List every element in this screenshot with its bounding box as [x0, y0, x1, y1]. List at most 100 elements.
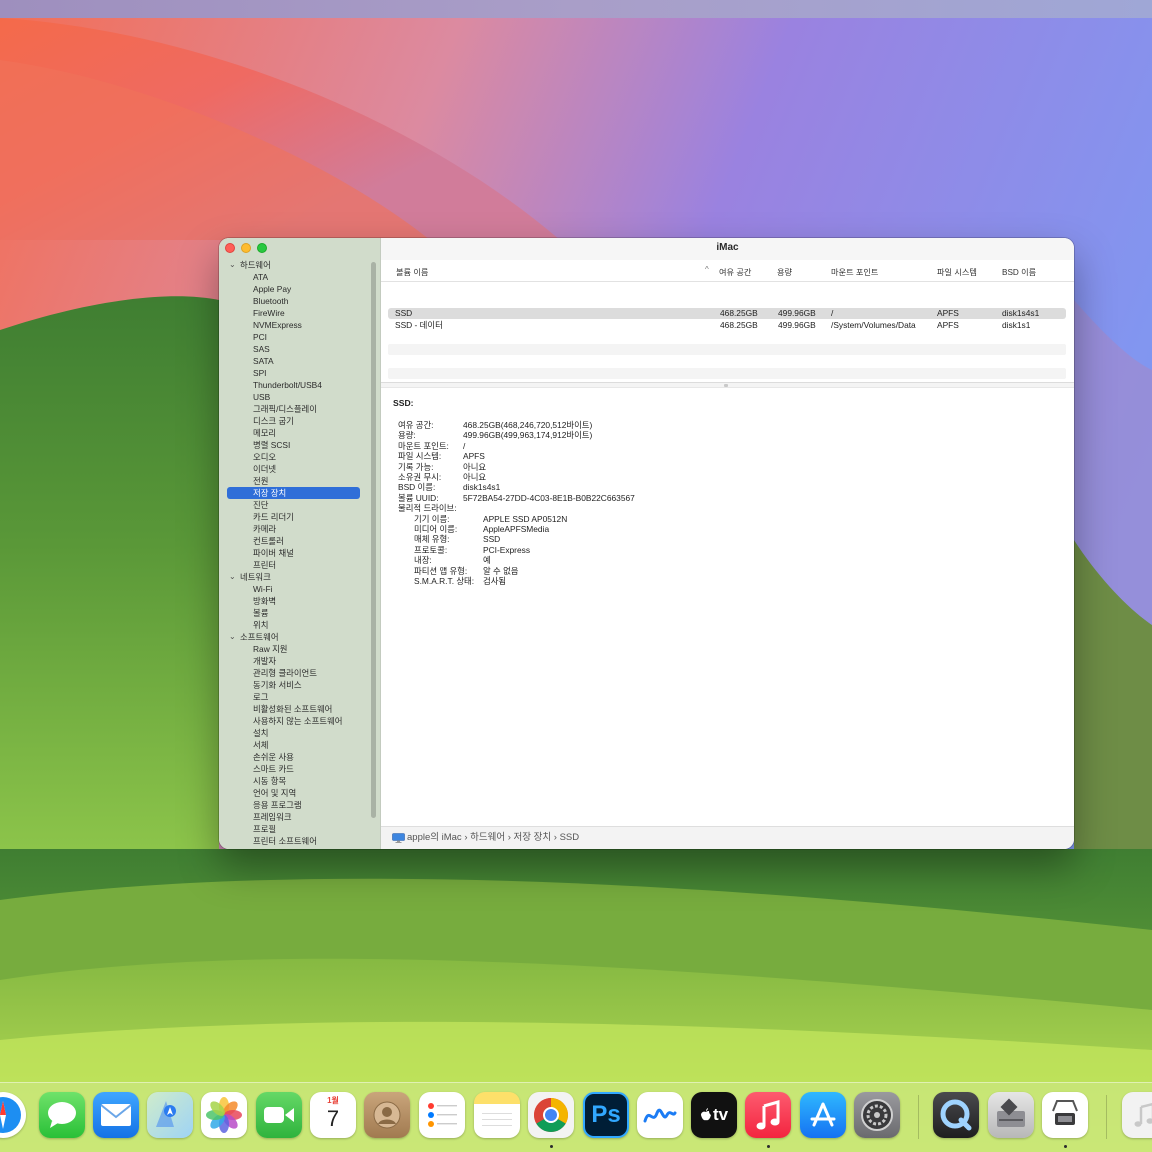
sidebar-item[interactable]: SPI — [219, 367, 369, 379]
sidebar-item-label: 관리형 클라이언트 — [253, 668, 317, 678]
mail-icon[interactable] — [93, 1092, 139, 1138]
sidebar-item[interactable]: 프린터 소프트웨어 — [219, 835, 369, 847]
column-header-mount-point[interactable]: 마운트 포인트 — [831, 266, 878, 278]
calendar-icon[interactable]: 1월 7 — [310, 1092, 356, 1138]
sidebar-item[interactable]: 프린터 — [219, 559, 369, 571]
sidebar-item[interactable]: 오디오 — [219, 451, 369, 463]
sort-ascending-icon[interactable]: ^ — [705, 265, 709, 274]
itunes-icon[interactable] — [1122, 1092, 1152, 1138]
sidebar-section[interactable]: ⌄ 네트워크 — [219, 571, 369, 583]
column-header-file-system[interactable]: 파일 시스템 — [937, 266, 977, 278]
sidebar-item[interactable]: 언어 및 지역 — [219, 787, 369, 799]
minimize-button[interactable] — [241, 243, 251, 253]
zoom-button[interactable] — [257, 243, 267, 253]
close-button[interactable] — [225, 243, 235, 253]
chevron-down-icon[interactable]: ⌄ — [229, 259, 236, 271]
sidebar-item[interactable]: 진단 — [219, 499, 369, 511]
sidebar-item[interactable]: 카메라 — [219, 523, 369, 535]
sidebar-item[interactable]: Thunderbolt/USB4 — [219, 379, 369, 391]
sidebar-item[interactable]: 개발자 — [219, 655, 369, 667]
sidebar-item[interactable]: 병렬 SCSI — [219, 439, 369, 451]
sidebar-item[interactable]: 프로필 — [219, 823, 369, 835]
sidebar-item[interactable]: Apple Pay — [219, 283, 369, 295]
sidebar-item-label: 볼륨 — [253, 608, 269, 618]
sidebar-item[interactable]: 저장 장치 — [227, 487, 360, 499]
sidebar-item[interactable]: 시동 항목 — [219, 775, 369, 787]
sidebar-item[interactable]: 프레임워크 — [219, 811, 369, 823]
column-header-bsd-name[interactable]: BSD 이름 — [1002, 266, 1036, 278]
sidebar-item[interactable]: 디스크 굽기 — [219, 415, 369, 427]
sidebar-item[interactable]: Bluetooth — [219, 295, 369, 307]
sidebar-item[interactable]: 카드 리더기 — [219, 511, 369, 523]
table-row[interactable]: SSD - 데이터 468.25GB 499.96GB /System/Volu… — [388, 320, 1066, 331]
chrome-icon[interactable] — [528, 1092, 574, 1138]
column-header-capacity[interactable]: 용량 — [777, 266, 792, 278]
freeform-icon[interactable] — [637, 1092, 683, 1138]
sidebar-item[interactable]: PCI — [219, 331, 369, 343]
running-indicator — [1064, 1145, 1067, 1148]
system-information-icon[interactable] — [1042, 1092, 1088, 1138]
sidebar-item[interactable]: SATA — [219, 355, 369, 367]
quicktime-icon[interactable] — [933, 1092, 979, 1138]
photoshop-icon[interactable]: Ps — [583, 1092, 629, 1138]
sidebar-item[interactable]: 비활성화된 소프트웨어 — [219, 703, 369, 715]
sidebar-item[interactable]: SAS — [219, 343, 369, 355]
sidebar-item[interactable]: ATA — [219, 271, 369, 283]
maps-icon[interactable] — [147, 1092, 193, 1138]
sidebar-item[interactable]: 설치 — [219, 727, 369, 739]
sidebar-item[interactable]: FireWire — [219, 307, 369, 319]
sidebar-item[interactable]: Raw 지원 — [219, 643, 369, 655]
detail-field-value: APFS — [463, 451, 485, 462]
boot-camp-icon[interactable] — [988, 1092, 1034, 1138]
apple-tv-icon[interactable]: tv — [691, 1092, 737, 1138]
safari-icon[interactable] — [0, 1092, 26, 1138]
sidebar-item[interactable]: 손쉬운 사용 — [219, 751, 369, 763]
sidebar-item[interactable]: NVMExpress — [219, 319, 369, 331]
column-header-free-space[interactable]: 여유 공간 — [719, 266, 751, 278]
table-row[interactable]: SSD 468.25GB 499.96GB / APFS disk1s4s1 — [388, 308, 1066, 319]
sidebar-item[interactable]: 그래픽/디스플레이 — [219, 403, 369, 415]
sidebar-item[interactable]: 컨트롤러 — [219, 535, 369, 547]
photos-icon[interactable] — [201, 1092, 247, 1138]
chevron-down-icon[interactable]: ⌄ — [229, 631, 236, 643]
music-icon[interactable] — [745, 1092, 791, 1138]
app-store-icon[interactable] — [800, 1092, 846, 1138]
sidebar-item-label: Thunderbolt/USB4 — [253, 380, 322, 390]
imac-icon — [392, 833, 405, 843]
sidebar-item[interactable]: 동기화 서비스 — [219, 679, 369, 691]
sidebar-item[interactable]: 로그 — [219, 691, 369, 703]
divider-handle-icon[interactable] — [724, 384, 728, 387]
sidebar-item[interactable]: 파이버 채널 — [219, 547, 369, 559]
sidebar-item[interactable]: 스마트 카드 — [219, 763, 369, 775]
sidebar-item[interactable]: 위치 — [219, 619, 369, 631]
sidebar-section[interactable]: ⌄ 하드웨어 — [219, 259, 369, 271]
contacts-icon[interactable] — [364, 1092, 410, 1138]
sidebar-item[interactable]: 이더넷 — [219, 463, 369, 475]
sidebar-item[interactable]: Wi-Fi — [219, 583, 369, 595]
facetime-icon[interactable] — [256, 1092, 302, 1138]
column-header-volume-name[interactable]: 볼륨 이름 — [396, 266, 428, 278]
drive-field-label: 매체 유형: — [414, 534, 450, 545]
sidebar-section[interactable]: ⌄ 소프트웨어 — [219, 631, 369, 643]
sidebar-item[interactable]: 사용하지 않는 소프트웨어 — [219, 715, 369, 727]
sidebar-item-label: 로그 — [253, 692, 269, 702]
sidebar-scrollbar[interactable] — [371, 262, 376, 818]
sidebar-item[interactable]: 메모리 — [219, 427, 369, 439]
breadcrumb[interactable]: apple의 iMac › 하드웨어 › 저장 장치 › SSD — [407, 832, 579, 843]
detail-field-value: 499.96GB(499,963,174,912바이트) — [463, 430, 593, 441]
chevron-down-icon[interactable]: ⌄ — [229, 571, 236, 583]
sidebar-item-label: 파이버 채널 — [253, 548, 294, 558]
sidebar-item[interactable]: 방화벽 — [219, 595, 369, 607]
sidebar-item-label: 비활성화된 소프트웨어 — [253, 704, 333, 714]
notes-icon[interactable] — [474, 1092, 520, 1138]
sidebar-item[interactable]: USB — [219, 391, 369, 403]
system-settings-icon[interactable] — [854, 1092, 900, 1138]
messages-icon[interactable] — [39, 1092, 85, 1138]
sidebar-item[interactable]: 볼륨 — [219, 607, 369, 619]
sidebar-item-label: 서체 — [253, 740, 269, 750]
reminders-icon[interactable] — [419, 1092, 465, 1138]
sidebar-item[interactable]: 전원 — [219, 475, 369, 487]
sidebar-item[interactable]: 응용 프로그램 — [219, 799, 369, 811]
sidebar-item[interactable]: 관리형 클라이언트 — [219, 667, 369, 679]
sidebar-item[interactable]: 서체 — [219, 739, 369, 751]
